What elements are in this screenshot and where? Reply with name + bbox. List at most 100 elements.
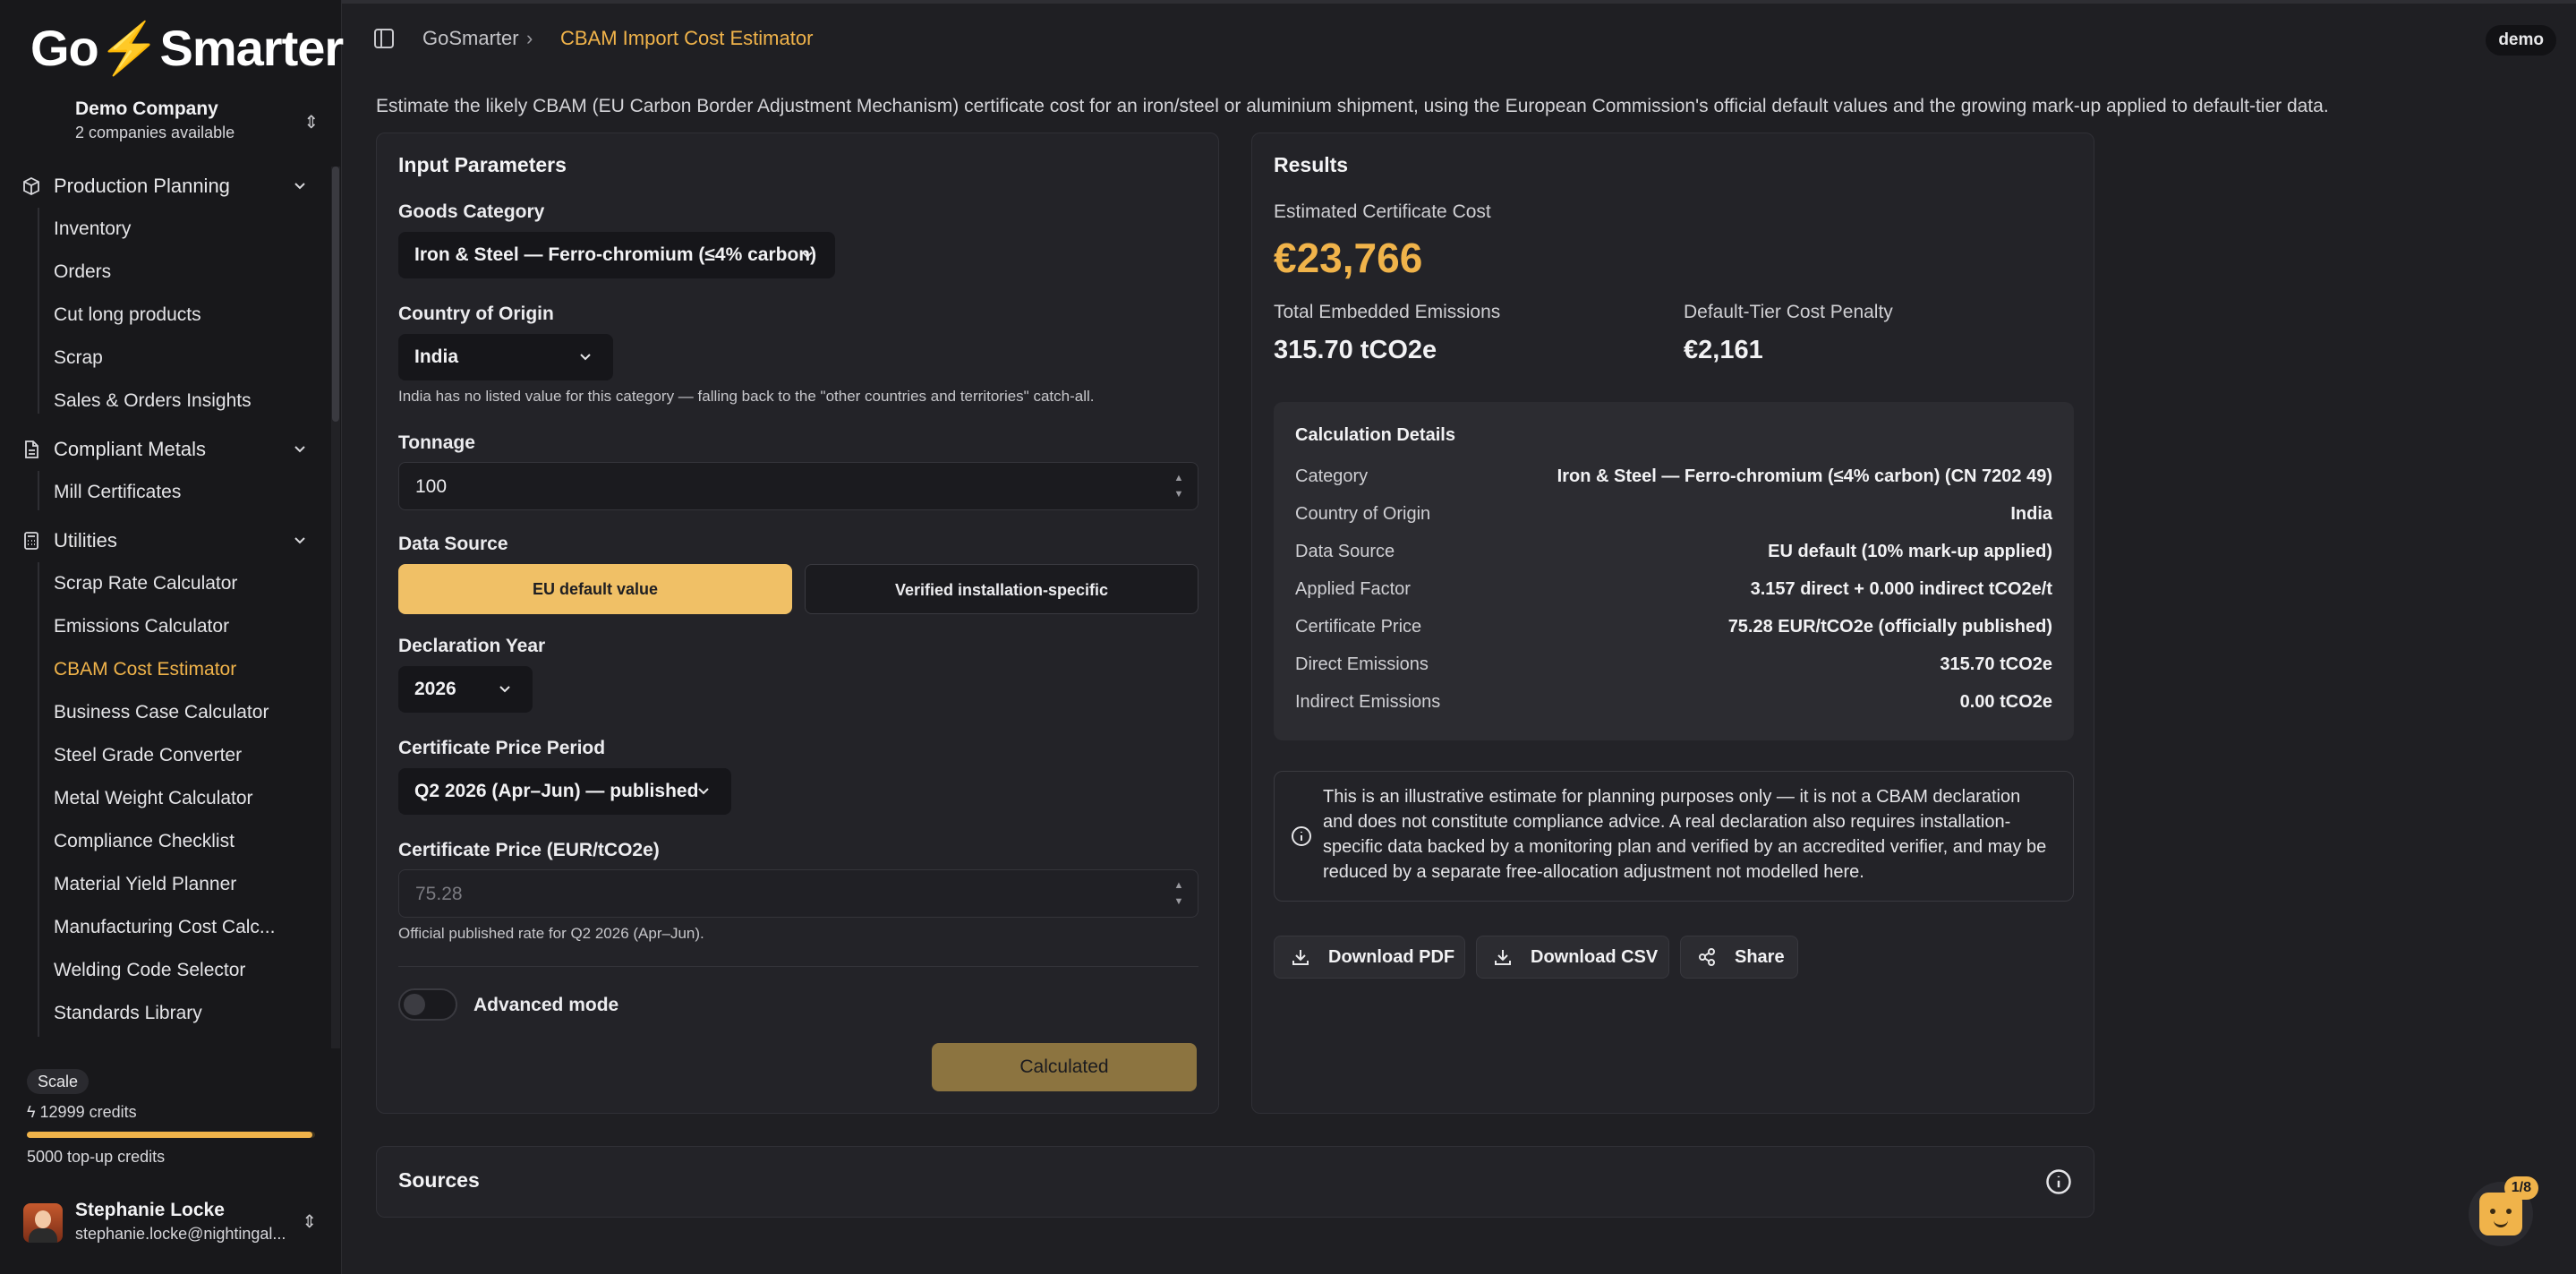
- price-period-value: Q2 2026 (Apr–Jun) — published: [414, 781, 699, 801]
- detail-key: Country of Origin: [1295, 504, 1431, 524]
- chevron-down-icon: [698, 788, 709, 795]
- share-button[interactable]: Share: [1680, 936, 1798, 979]
- button-label: Download PDF: [1328, 947, 1455, 967]
- sidebar-item-material-yield-planner[interactable]: Material Yield Planner: [54, 872, 236, 897]
- sidebar-item-manufacturing-cost-calc[interactable]: Manufacturing Cost Calc...: [54, 915, 275, 940]
- nav-group-utilities[interactable]: Utilities: [21, 527, 310, 554]
- tonnage-input[interactable]: 100 ▲ ▼: [398, 462, 1198, 510]
- sidebar: Go⚡Smarter Demo Company 2 companies avai…: [0, 0, 344, 1274]
- country-label: Country of Origin: [398, 304, 554, 324]
- sidebar-item-welding-code-selector[interactable]: Welding Code Selector: [54, 958, 245, 983]
- share-icon: [1699, 948, 1715, 966]
- price-period-select[interactable]: Q2 2026 (Apr–Jun) — published: [398, 768, 731, 815]
- cost-penalty-label: Default-Tier Cost Penalty: [1684, 302, 1893, 322]
- goods-category-select[interactable]: Iron & Steel — Ferro-chromium (≤4% carbo…: [398, 232, 835, 278]
- tonnage-value: 100: [415, 476, 448, 497]
- detail-key: Data Source: [1295, 542, 1395, 561]
- detail-row: Certificate Price 75.28 EUR/tCO2e (offici…: [1295, 617, 2052, 644]
- chevron-right-icon: ›: [526, 27, 533, 49]
- sidebar-item-scrap[interactable]: Scrap: [54, 346, 103, 371]
- breadcrumb-current: CBAM Import Cost Estimator: [560, 27, 814, 49]
- sidebar-scroll-thumb[interactable]: [332, 167, 339, 422]
- detail-value: Iron & Steel — Ferro-chromium (≤4% carbo…: [1557, 466, 2052, 486]
- nav-tree-line: [38, 471, 39, 510]
- chevron-down-icon: [802, 252, 813, 259]
- topup-credits: 5000 top-up credits: [27, 1148, 166, 1166]
- sidebar-item-standards-library[interactable]: Standards Library: [54, 1001, 202, 1026]
- credits-bar-fill: [27, 1132, 312, 1138]
- detail-key: Category: [1295, 466, 1369, 486]
- sidebar-item-mill-certificates[interactable]: Mill Certificates: [54, 480, 181, 505]
- cube-icon: [21, 176, 41, 196]
- download-pdf-button[interactable]: Download PDF: [1274, 936, 1465, 979]
- download-icon: [1495, 950, 1511, 965]
- detail-value: 0.00 tCO2e: [1959, 692, 2052, 712]
- nav-group-compliant-metals[interactable]: Compliant Metals: [21, 436, 310, 463]
- declaration-year-select[interactable]: 2026: [398, 666, 533, 713]
- download-icon: [1292, 950, 1309, 965]
- certificate-price-stepper: ▲ ▼: [1173, 880, 1184, 907]
- detail-value: EU default (10% mark-up applied): [1768, 542, 2052, 561]
- detail-value: 75.28 EUR/tCO2e (officially published): [1727, 617, 2052, 637]
- tonnage-stepper[interactable]: ▲ ▼: [1169, 470, 1189, 502]
- company-count: 2 companies available: [75, 124, 235, 141]
- advanced-mode-toggle[interactable]: [398, 988, 457, 1021]
- info-icon[interactable]: [2045, 1168, 2072, 1195]
- sidebar-item-inventory[interactable]: Inventory: [54, 217, 131, 242]
- certificate-price-placeholder: 75.28: [415, 884, 463, 904]
- goods-category-label: Goods Category: [398, 201, 545, 222]
- sidebar-item-sales-orders-insights[interactable]: Sales & Orders Insights: [54, 389, 252, 414]
- data-source-verified[interactable]: Verified installation-specific: [805, 564, 1198, 614]
- declaration-year-value: 2026: [414, 679, 456, 699]
- estimated-cost-label: Estimated Certificate Cost: [1274, 201, 1491, 222]
- nav-group-label: Production Planning: [54, 175, 230, 197]
- calculator-icon: [21, 531, 41, 551]
- chevron-down-icon: [294, 446, 305, 453]
- sidebar-item-cut-long-products[interactable]: Cut long products: [54, 303, 201, 328]
- sidebar-item-compliance-checklist[interactable]: Compliance Checklist: [54, 829, 235, 854]
- disclaimer-text: This is an illustrative estimate for pla…: [1323, 787, 2047, 882]
- nav-group-production-planning[interactable]: Production Planning: [21, 173, 310, 200]
- sidebar-item-scrap-rate-calculator[interactable]: Scrap Rate Calculator: [54, 571, 237, 596]
- country-select[interactable]: India: [398, 334, 613, 380]
- detail-key: Direct Emissions: [1295, 654, 1429, 674]
- card-title: Input Parameters: [398, 153, 567, 176]
- divider: [398, 966, 1198, 967]
- detail-row: Data Source EU default (10% mark-up appli…: [1295, 542, 2052, 569]
- info-icon: [1292, 826, 1311, 846]
- company-switcher[interactable]: Demo Company 2 companies available ⇕: [75, 98, 326, 142]
- chevron-updown-icon: ⇕: [303, 113, 319, 133]
- calculate-button[interactable]: Calculated: [932, 1043, 1197, 1091]
- credits-count: ϟ 12999 credits: [27, 1103, 137, 1122]
- data-source-eu-default[interactable]: EU default value: [398, 564, 792, 614]
- certificate-price-input: 75.28 ▲ ▼: [398, 869, 1198, 918]
- assistant-button[interactable]: 1/8: [2469, 1176, 2538, 1246]
- detail-row: Direct Emissions 315.70 tCO2e: [1295, 654, 2052, 681]
- gosmarter-logo[interactable]: Go⚡Smarter: [30, 21, 344, 75]
- sidebar-item-cbam-cost-estimator[interactable]: CBAM Cost Estimator: [54, 657, 236, 682]
- credits-bar: [27, 1132, 315, 1138]
- sidebar-item-steel-grade-converter[interactable]: Steel Grade Converter: [54, 743, 242, 768]
- certificate-price-hint: Official published rate for Q2 2026 (Apr…: [398, 925, 704, 942]
- sidebar-item-orders[interactable]: Orders: [54, 260, 111, 285]
- sidebar-toggle-icon[interactable]: [374, 29, 394, 48]
- results-card: Results Estimated Certificate Cost €23,7…: [1251, 133, 2094, 1114]
- user-name: Stephanie Locke: [75, 1200, 225, 1220]
- country-hint: India has no listed value for this categ…: [398, 388, 1095, 405]
- country-value: India: [414, 346, 459, 367]
- assistant-step-counter: 1/8: [2503, 1176, 2538, 1200]
- user-email: stephanie.locke@nightingal...: [75, 1225, 286, 1243]
- estimated-cost-value: €23,766: [1274, 235, 1423, 281]
- sidebar-item-metal-weight-calculator[interactable]: Metal Weight Calculator: [54, 786, 253, 811]
- disclaimer-box: This is an illustrative estimate for pla…: [1274, 771, 2074, 902]
- download-csv-button[interactable]: Download CSV: [1476, 936, 1669, 979]
- sidebar-item-business-case-calculator[interactable]: Business Case Calculator: [54, 700, 269, 725]
- top-bar: GoSmarter › CBAM Import Cost Estimator d…: [342, 4, 2576, 73]
- breadcrumb-root[interactable]: GoSmarter: [422, 27, 519, 50]
- sidebar-item-emissions-calculator[interactable]: Emissions Calculator: [54, 614, 229, 639]
- embedded-emissions-value: 315.70 tCO2e: [1274, 336, 1437, 364]
- calculation-details: Calculation Details Category Iron & Steel…: [1274, 402, 2074, 740]
- user-menu[interactable]: Stephanie Locke stephanie.locke@nighting…: [23, 1200, 319, 1248]
- sources-panel[interactable]: Sources: [376, 1146, 2094, 1218]
- credits-text: 12999 credits: [39, 1103, 137, 1121]
